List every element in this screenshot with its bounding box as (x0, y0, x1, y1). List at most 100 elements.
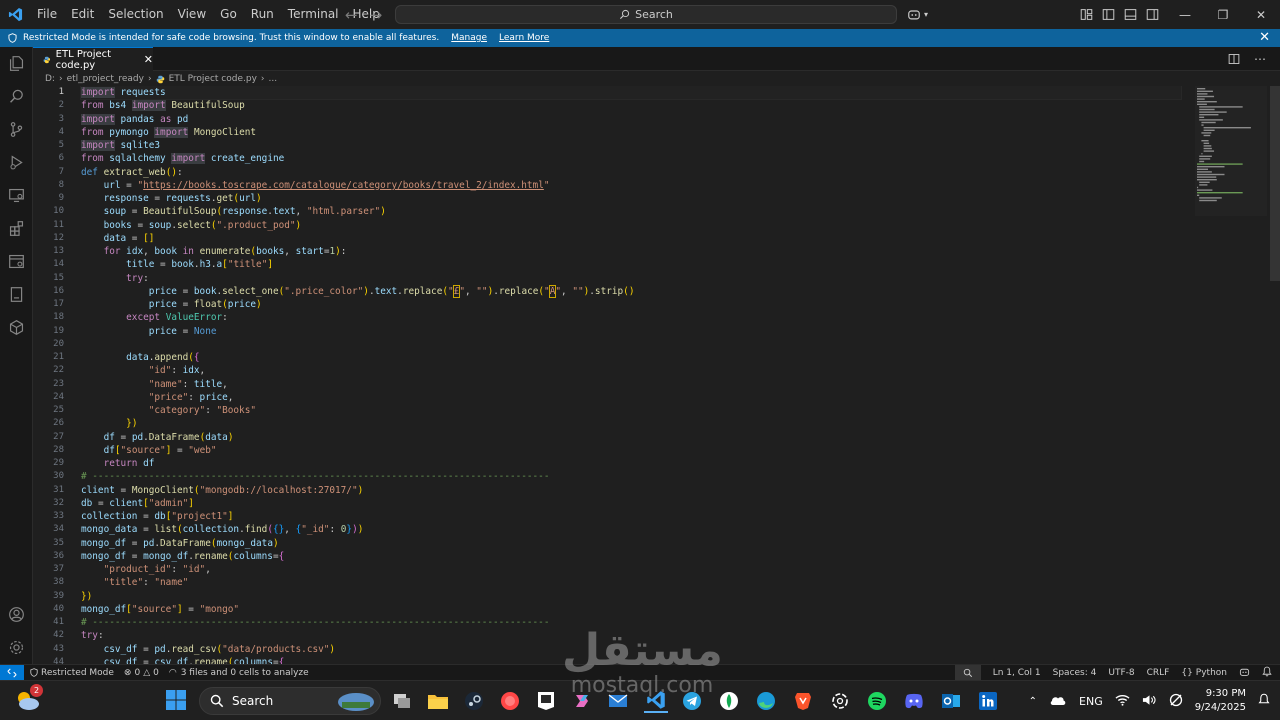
minimap[interactable] (1195, 86, 1267, 216)
volume-icon[interactable] (1142, 694, 1157, 709)
code-line[interactable]: except ValueError: (81, 311, 1181, 324)
code-line[interactable]: "id": idx, (81, 364, 1181, 377)
code-line[interactable]: import pandas as pd (81, 113, 1181, 126)
copilot-button[interactable]: ▾ (907, 5, 928, 24)
onedrive-cloud-icon[interactable] (1049, 694, 1067, 709)
remote-indicator-icon[interactable] (0, 664, 24, 681)
code-line[interactable]: mongo_data = list(collection.find({}, {"… (81, 523, 1181, 536)
edge-icon[interactable] (754, 689, 778, 713)
code-line[interactable]: return df (81, 457, 1181, 470)
search-view-icon[interactable] (0, 80, 33, 113)
code-line[interactable]: url = "https://books.toscrape.com/catalo… (81, 179, 1181, 192)
code-line[interactable]: csv_df = csv_df.rename(columns={ (81, 656, 1181, 664)
containers-icon[interactable] (0, 311, 33, 344)
clock[interactable]: 9:30 PM 9/24/2025 (1195, 687, 1246, 715)
code-line[interactable]: "price": price, (81, 391, 1181, 404)
minimize-icon[interactable]: — (1166, 0, 1204, 29)
show-hidden-icons-chevron-up-icon[interactable]: ⌃ (1029, 696, 1037, 707)
code-line[interactable]: response = requests.get(url) (81, 192, 1181, 205)
code-line[interactable]: mongo_df["source"] = "mongo" (81, 603, 1181, 616)
analysis-indicator[interactable]: ◠ 3 files and 0 cells to analyze (169, 668, 309, 678)
restore-icon[interactable]: ❐ (1204, 0, 1242, 29)
source-control-icon[interactable] (0, 113, 33, 146)
code-line[interactable]: price = float(price) (81, 298, 1181, 311)
code-line[interactable]: from sqlalchemy import create_engine (81, 152, 1181, 165)
customize-layout-icon[interactable] (1080, 8, 1093, 21)
indentation[interactable]: Spaces: 4 (1053, 668, 1097, 678)
encoding[interactable]: UTF-8 (1108, 668, 1134, 678)
steam-icon[interactable] (462, 689, 486, 713)
code-line[interactable]: "category": "Books" (81, 404, 1181, 417)
code-line[interactable]: from bs4 import BeautifulSoup (81, 99, 1181, 112)
code-line[interactable]: }) (81, 417, 1181, 430)
toggle-panel-icon[interactable] (1124, 8, 1137, 21)
epic-games-icon[interactable] (534, 689, 558, 713)
zoom-icon[interactable] (954, 665, 981, 681)
copilot-status-icon[interactable] (1239, 667, 1250, 680)
extensions-icon[interactable] (0, 212, 33, 245)
breadcrumb-file[interactable]: ETL Project code.py (169, 74, 257, 84)
close-banner-icon[interactable]: ✕ (1259, 29, 1270, 47)
code-line[interactable]: data.append({ (81, 351, 1181, 364)
notification-center-bell-icon[interactable] (1258, 693, 1270, 709)
menu-file[interactable]: File (30, 0, 64, 29)
menu-terminal[interactable]: Terminal (281, 0, 346, 29)
code-line[interactable]: try: (81, 272, 1181, 285)
close-tab-icon[interactable]: ✕ (144, 53, 153, 66)
toggle-primary-sidebar-icon[interactable] (1102, 8, 1115, 21)
code-line[interactable]: books = soup.select(".product_pod") (81, 219, 1181, 232)
code-line[interactable]: soup = BeautifulSoup(response.text, "htm… (81, 205, 1181, 218)
weather-widget[interactable]: 2 (14, 684, 43, 714)
code-line[interactable]: price = book.select_one(".price_color").… (81, 284, 1181, 298)
close-window-icon[interactable]: ✕ (1242, 0, 1280, 29)
breadcrumb-drive[interactable]: D: (45, 74, 55, 84)
menu-view[interactable]: View (171, 0, 213, 29)
mail-icon[interactable] (606, 689, 630, 713)
brave-icon[interactable] (791, 689, 815, 713)
code-line[interactable]: for idx, book in enumerate(books, start=… (81, 245, 1181, 258)
code-line[interactable]: from pymongo import MongoClient (81, 126, 1181, 139)
code-line[interactable]: mongo_df = mongo_df.rename(columns={ (81, 550, 1181, 563)
toggle-secondary-sidebar-icon[interactable] (1146, 8, 1159, 21)
ea-app-icon[interactable] (498, 689, 522, 713)
vertical-scrollbar[interactable] (1270, 86, 1280, 281)
code-line[interactable]: title = book.h3.a["title"] (81, 258, 1181, 271)
code-editor[interactable]: 1 2 3 4 5 6 7 8 9 10 11 12 13 14 15 16 17 18 19 20 21 22 23 24 2… (33, 86, 1280, 664)
code-line[interactable]: mongo_df = pd.DataFrame(mongo_data) (81, 537, 1181, 550)
explorer-icon[interactable] (0, 47, 33, 80)
problems-indicator[interactable]: ⊗ 0 △ 0 (124, 668, 159, 678)
code-line[interactable]: db = client["admin"] (81, 497, 1181, 510)
code-area[interactable]: import requests from bs4 import Beautiful… (80, 86, 1182, 664)
code-line[interactable]: import requests (80, 86, 1182, 101)
code-line[interactable]: import sqlite3 (81, 139, 1181, 152)
outlook-icon[interactable] (939, 689, 963, 713)
mongodb-compass-icon[interactable] (717, 689, 741, 713)
run-and-debug-icon[interactable] (0, 146, 33, 179)
code-line[interactable]: # --------------------------------------… (81, 470, 1181, 483)
split-editor-icon[interactable] (1228, 53, 1240, 65)
code-line[interactable] (81, 338, 1181, 351)
notebook-icon[interactable] (0, 278, 33, 311)
learn-more-link[interactable]: Learn More (499, 33, 549, 43)
wifi-icon[interactable] (1115, 694, 1130, 709)
taskbar-search[interactable]: Search (199, 687, 381, 715)
forward-arrow-icon[interactable]: → (370, 6, 383, 24)
code-line[interactable]: data = [] (81, 232, 1181, 245)
code-line[interactable]: "name": title, (81, 378, 1181, 391)
menu-go[interactable]: Go (213, 0, 244, 29)
menu-run[interactable]: Run (244, 0, 281, 29)
settings-gear-icon[interactable] (0, 631, 33, 664)
tab-etl-project-code[interactable]: ETL Project code.py ✕ (33, 47, 153, 71)
code-line[interactable]: "product_id": "id", (81, 563, 1181, 576)
code-line[interactable]: # --------------------------------------… (81, 616, 1181, 629)
breadcrumb-folder[interactable]: etl_project_ready (67, 74, 144, 84)
menu-edit[interactable]: Edit (64, 0, 101, 29)
accounts-icon[interactable] (0, 598, 33, 631)
code-line[interactable]: }) (81, 590, 1181, 603)
code-line[interactable]: "title": "name" (81, 576, 1181, 589)
manage-link[interactable]: Manage (451, 33, 487, 43)
code-line[interactable]: collection = db["project1"] (81, 510, 1181, 523)
telegram-icon[interactable] (680, 689, 704, 713)
restricted-mode-indicator[interactable]: Restricted Mode (30, 668, 114, 678)
more-actions-icon[interactable]: ⋯ (1254, 52, 1266, 66)
